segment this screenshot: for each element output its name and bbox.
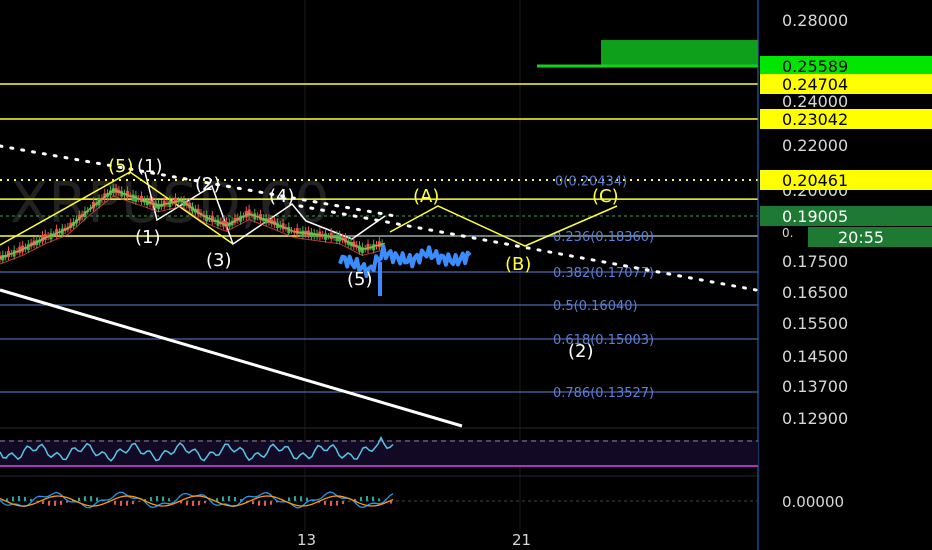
chart-canvas[interactable]: XRPUSD,60 0(0.20434)0.236(0.18360)0.382(… [0,0,932,550]
wave-label-9: (C) [592,186,619,207]
oscillator-bar [114,501,116,505]
oscillator-bar [216,498,218,501]
oscillator-bar [126,501,128,506]
price-tick-5: 0.17500 [782,252,848,271]
price-tick-1: 0.28000 [782,11,848,30]
long-trendline[interactable] [0,288,463,428]
oscillator-bar [60,501,62,505]
time-tick-1: 13 [297,531,316,549]
price-tick-2: 0.24000 [782,92,848,111]
wave-label-4: (4) [269,186,295,207]
oscillator-bar [18,496,20,501]
price-tick-8: 0.14500 [782,347,848,366]
oscillator-bar [378,498,380,501]
rsi-band [0,440,758,466]
time-tick-2: 21 [512,531,531,549]
oscillator-fast-line [0,491,394,509]
oscillator-bar [138,501,140,502]
oscillator-bar [222,496,224,501]
price-badge-label-3: 0.23042 [782,110,848,129]
oscillator-bar [6,498,8,501]
oscillator-bar [288,497,290,501]
time-axis[interactable]: 13 21 [297,531,531,549]
oscillator-bar [336,501,338,506]
wave-label-10: (B) [505,254,531,275]
price-tick-3: 0.22000 [782,136,848,155]
oscillator-axis-label: 0.00000 [782,493,844,511]
fib-label-5: 0.786(0.13527) [553,386,654,401]
price-badge-label-2: 0.24704 [782,75,848,94]
oscillator-pane[interactable] [0,491,758,509]
wave-label-6: (3) [206,250,232,271]
fib-label-3: 0.5(0.16040) [553,299,638,314]
price-tick-10: 0.12900 [782,409,848,428]
oscillator-bar [96,497,98,501]
oscillator-bar [252,501,254,505]
fib-label-2: 0.382(0.17077) [553,266,654,281]
price-axis[interactable]: 0.280000.240000.220000.200000.175000.165… [760,11,932,428]
oscillator-bar [132,501,134,505]
oscillator-bar [270,501,272,505]
oscillator-bar [48,501,50,506]
price-badge-label-1: 0.25589 [782,57,848,76]
price-badge-label-5: 0.19005 [782,207,848,226]
oscillator-bar [324,501,326,505]
wave-label-11: (2) [568,341,594,362]
oscillator-bar [12,496,14,501]
oscillator-bar [390,501,392,504]
oscillator-bar [342,501,344,504]
wave-label-5: (1) [135,227,161,248]
oscillator-bar [84,496,86,501]
rsi-pane[interactable] [0,435,758,467]
oscillator-bar [366,496,368,501]
oscillator-bar [258,501,260,506]
wave-label-2: (1) [137,156,163,177]
oscillator-bar [186,501,188,506]
wave-label-7: (5) [347,269,373,290]
oscillator-bar [54,501,56,506]
oscillator-bar [24,496,26,501]
price-tick-6: 0.16500 [782,283,848,302]
oscillator-bar [90,496,92,501]
oscillator-bar [330,501,332,506]
price-badge-label-4: 0.20461 [782,171,848,190]
oscillator-slow-line [0,495,394,507]
wave-label-3: (2) [195,174,221,195]
oscillator-bar [120,501,122,506]
oscillator-bar [306,497,308,501]
wave-label-1: (5) [108,156,134,177]
oscillator-bar [78,497,80,501]
oscillator-bar [192,501,194,506]
oscillator-bar [264,501,266,506]
countdown-label: 20:55 [838,228,884,247]
oscillator-bar [156,496,158,501]
oscillator-bar [294,496,296,501]
oscillator-bar [228,496,230,501]
oscillator-bar [234,496,236,501]
oscillator-bar [162,496,164,501]
oscillator-bar [360,496,362,501]
fib-label-1: 0.236(0.18360) [553,230,654,245]
price-tick-9: 0.13700 [782,377,848,396]
target-zone[interactable] [601,40,758,66]
oscillator-bar [372,496,374,501]
oscillator-bar [300,496,302,501]
oscillator-bar [198,501,200,506]
oscillator-bar [168,498,170,501]
axis-stub-label: 0. [782,226,793,240]
oscillator-bar [204,501,206,504]
wave-label-8: (A) [413,186,439,207]
oscillator-bar [150,496,152,501]
price-tick-7: 0.15500 [782,314,848,333]
oscillator-bar [42,501,44,504]
